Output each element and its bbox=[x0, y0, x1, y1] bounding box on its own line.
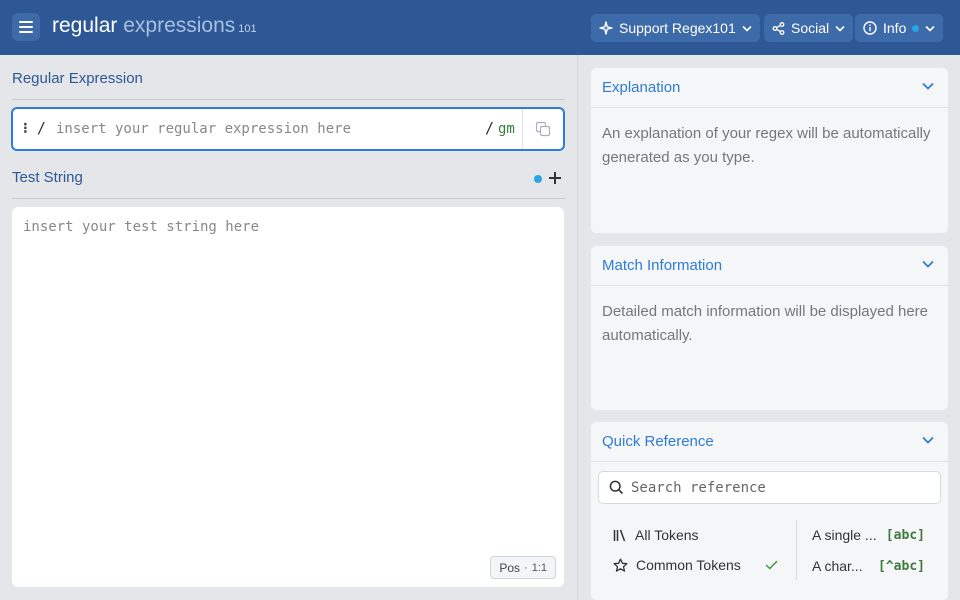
pos-separator: · bbox=[524, 561, 528, 574]
quick-reference-panel: Quick Reference Search reference All Tok… bbox=[591, 422, 948, 600]
logo-light: expressions bbox=[123, 14, 236, 37]
star-icon bbox=[613, 558, 628, 572]
notification-dot bbox=[912, 24, 920, 32]
test-string-input[interactable]: insert your test string here bbox=[23, 219, 259, 235]
test-string-section-title: Test String bbox=[12, 169, 83, 186]
logo-main: regular bbox=[52, 14, 118, 37]
pos-label: Pos bbox=[499, 560, 521, 575]
match-info-panel: Match Information Detailed match informa… bbox=[591, 246, 948, 410]
drag-handle-icon[interactable]: ⁝ bbox=[23, 119, 28, 137]
quick-reference-header[interactable]: Quick Reference bbox=[591, 422, 948, 462]
reference-search-box[interactable]: Search reference bbox=[598, 471, 941, 504]
chevron-down-icon bbox=[922, 436, 934, 444]
menu-button[interactable] bbox=[12, 13, 40, 41]
info-label: Info bbox=[883, 20, 907, 36]
explanation-header[interactable]: Explanation bbox=[591, 68, 948, 108]
explanation-panel: Explanation An explanation of your regex… bbox=[591, 68, 948, 233]
delimiter-left-text: / bbox=[36, 119, 46, 137]
regex-delimiter-left: ⁝ / bbox=[23, 119, 46, 137]
copy-icon[interactable] bbox=[535, 121, 551, 137]
match-info-body: Detailed match information will be displ… bbox=[602, 303, 929, 344]
chevron-down-icon bbox=[925, 25, 935, 32]
pos-value: 1:1 bbox=[531, 561, 547, 574]
regex-flags[interactable]: gm bbox=[498, 121, 515, 137]
sidebar-pane: Explanation An explanation of your regex… bbox=[577, 55, 960, 600]
support-button[interactable]: Support Regex101 bbox=[591, 14, 760, 42]
category-all-tokens[interactable]: All Tokens bbox=[613, 527, 699, 543]
quick-reference-title: Quick Reference bbox=[602, 433, 714, 450]
app-logo[interactable]: regular expressions 101 bbox=[52, 14, 257, 38]
position-badge: Pos · 1:1 bbox=[490, 556, 556, 579]
chevron-down-icon bbox=[835, 25, 845, 32]
plus-icon[interactable] bbox=[547, 170, 563, 186]
test-string-area[interactable]: insert your test string here Pos · 1:1 bbox=[12, 207, 564, 587]
match-info-title: Match Information bbox=[602, 257, 723, 274]
chevron-down-icon bbox=[922, 260, 934, 268]
regex-delimiter-right: / bbox=[485, 119, 495, 137]
info-button[interactable]: Info bbox=[855, 14, 944, 42]
token-code: [^abc] bbox=[878, 559, 925, 574]
explanation-body: An explanation of your regex will be aut… bbox=[602, 125, 931, 166]
app-header: regular expressions 101 Support Regex101 … bbox=[0, 0, 960, 55]
support-label: Support Regex101 bbox=[619, 20, 736, 36]
social-button[interactable]: Social bbox=[764, 14, 854, 42]
chevron-down-icon bbox=[742, 25, 752, 32]
token-code: [abc] bbox=[885, 528, 925, 543]
editor-pane: Regular Expression ⁝ / insert your regul… bbox=[0, 55, 577, 600]
social-label: Social bbox=[791, 20, 830, 36]
chevron-down-icon bbox=[922, 82, 934, 90]
divider bbox=[522, 109, 523, 149]
share-icon bbox=[772, 21, 785, 35]
regex-input[interactable]: insert your regular expression here bbox=[56, 121, 351, 137]
token-item[interactable]: A char... bbox=[812, 558, 863, 574]
category-label: All Tokens bbox=[635, 527, 699, 543]
divider bbox=[796, 520, 797, 580]
check-icon bbox=[765, 560, 778, 570]
library-icon bbox=[613, 529, 626, 541]
search-icon bbox=[609, 480, 624, 495]
status-dot bbox=[534, 175, 542, 183]
token-item[interactable]: A single ... bbox=[812, 527, 877, 543]
divider bbox=[12, 198, 565, 199]
hamburger-icon bbox=[19, 21, 33, 33]
logo-sub: 101 bbox=[238, 23, 257, 35]
regex-section-title: Regular Expression bbox=[12, 70, 143, 87]
category-common-tokens[interactable]: Common Tokens bbox=[613, 557, 778, 573]
match-info-header[interactable]: Match Information bbox=[591, 246, 948, 286]
divider bbox=[12, 99, 565, 100]
info-icon bbox=[863, 21, 877, 35]
category-label: Common Tokens bbox=[636, 557, 741, 573]
reference-search-input[interactable]: Search reference bbox=[631, 480, 766, 496]
regex-input-box[interactable]: ⁝ / insert your regular expression here … bbox=[11, 107, 565, 151]
sparkle-icon bbox=[599, 21, 613, 35]
explanation-title: Explanation bbox=[602, 79, 681, 96]
